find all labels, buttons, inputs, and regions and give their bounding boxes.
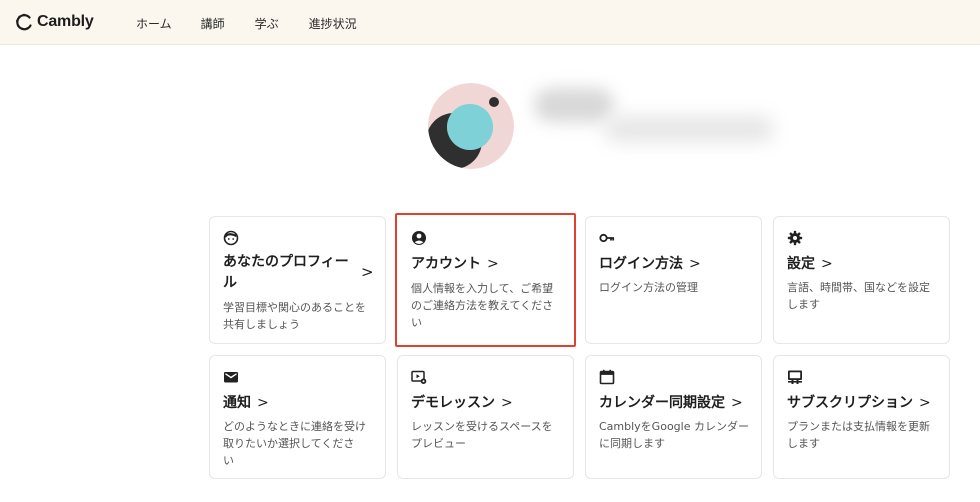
nav-home[interactable]: ホーム [136, 15, 172, 32]
card-description: 言語、時間帯、国などを設定 します [787, 281, 930, 311]
card-title: ログイン方法 > [599, 256, 701, 272]
chevron-right-icon: > [257, 395, 269, 411]
top-navigation-bar: Cambly ホーム 講師 学ぶ 進捗状況 [0, 0, 980, 45]
main-nav: ホーム 講師 学ぶ 進捗状況 [136, 15, 387, 32]
card-description: レッスンを受けるスペースを プレビュー [411, 420, 553, 450]
video-settings-icon [411, 370, 427, 384]
card-title: デモレッスン > [411, 395, 513, 411]
card-title: あなたのプロフィール [223, 254, 349, 291]
card-description: 個人情報を入力して、ご希望 のご連絡方法を教えてください [411, 282, 554, 329]
logo-text: Cambly [37, 13, 94, 30]
card-description: ログイン方法の管理 [599, 281, 698, 294]
card-description: どのようなときに連絡を受け 取りたいか選択してください [223, 420, 366, 467]
key-icon [599, 233, 615, 243]
card-title: サブスクリプション > [787, 395, 931, 411]
card-profile[interactable]: あなたのプロフィール > 学習目標や関心のあることを 共有しましょう [209, 216, 386, 344]
subscription-icon [788, 370, 802, 384]
chevron-right-icon: > [919, 395, 931, 411]
card-demo-lesson[interactable]: デモレッスン > レッスンを受けるスペースを プレビュー [397, 355, 574, 479]
chevron-right-icon: > [731, 395, 743, 411]
card-account[interactable]: アカウント > 個人情報を入力して、ご希望 のご連絡方法を教えてください [395, 213, 576, 347]
card-description: CamblyをGoogle カレンダー に同期します [599, 420, 749, 450]
chevron-right-icon: > [821, 256, 833, 272]
card-login-method[interactable]: ログイン方法 > ログイン方法の管理 [585, 216, 762, 344]
card-notifications[interactable]: 通知 > どのようなときに連絡を受け 取りたいか選択してください [209, 355, 386, 479]
account-circle-icon [412, 231, 426, 245]
card-description: 学習目標や関心のあることを 共有しましょう [223, 301, 366, 331]
face-icon [223, 230, 239, 246]
card-title: 通知 > [223, 395, 269, 411]
nav-learn[interactable]: 学ぶ [255, 15, 279, 32]
card-calendar-sync[interactable]: カレンダー同期設定 > CamblyをGoogle カレンダー に同期します [585, 355, 762, 479]
gear-icon [787, 230, 803, 246]
card-description: プランまたは支払情報を更新 します [787, 420, 930, 450]
card-subscription[interactable]: サブスクリプション > プランまたは支払情報を更新 します [773, 355, 950, 479]
card-title: アカウント > [411, 256, 499, 272]
card-title: カレンダー同期設定 > [599, 395, 743, 411]
card-title: 設定 > [787, 256, 833, 272]
cambly-logo-icon [16, 13, 32, 31]
nav-progress[interactable]: 進捗状況 [309, 15, 357, 32]
chevron-right-icon: > [689, 256, 701, 272]
calendar-icon [599, 369, 615, 385]
mail-icon [224, 372, 238, 383]
chevron-right-icon: > [361, 263, 374, 281]
avatar-graphic [428, 83, 514, 169]
chevron-right-icon: > [487, 256, 499, 272]
card-settings[interactable]: 設定 > 言語、時間帯、国などを設定 します [773, 216, 950, 344]
chevron-right-icon: > [501, 395, 513, 411]
nav-teachers[interactable]: 講師 [201, 15, 225, 32]
cambly-logo[interactable]: Cambly [14, 12, 94, 32]
avatar[interactable] [428, 83, 514, 169]
blurred-user-name [534, 88, 774, 152]
